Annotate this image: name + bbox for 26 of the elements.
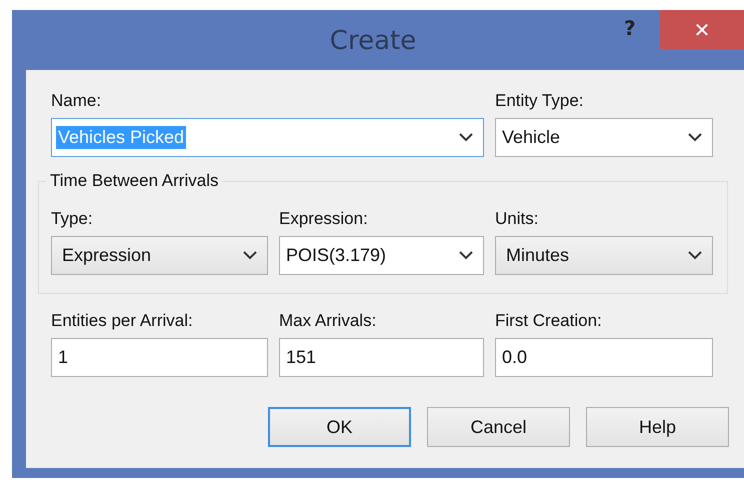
- window-title: Create: [330, 26, 416, 56]
- field-label: First Creation:: [495, 310, 603, 332]
- combo-box[interactable]: POIS(3.179): [279, 236, 484, 275]
- input-field[interactable]: 0.0: [495, 338, 713, 377]
- dropdown[interactable]: Minutes: [495, 236, 713, 275]
- close-button[interactable]: ✕: [660, 10, 744, 49]
- dialog-button[interactable]: OK: [268, 407, 411, 447]
- field-label: Entity Type:: [495, 90, 585, 112]
- field-label: Entities per Arrival:: [51, 310, 194, 332]
- input-field[interactable]: 151: [279, 338, 484, 377]
- combo-box[interactable]: Vehicle: [495, 118, 713, 157]
- dialog-button[interactable]: Cancel: [427, 407, 570, 447]
- dropdown[interactable]: Expression: [51, 236, 268, 275]
- chevron-down-icon: [459, 251, 473, 260]
- chevron-down-icon: [243, 251, 257, 260]
- field-label: Units:: [495, 208, 540, 230]
- field-label: Type:: [51, 208, 94, 230]
- chevron-down-icon: [688, 133, 702, 142]
- dialog-button[interactable]: Help: [586, 407, 729, 447]
- input-field[interactable]: 1: [51, 338, 268, 377]
- help-button[interactable]: ?: [616, 16, 644, 40]
- chevron-down-icon: [688, 251, 702, 260]
- field-label: Expression:: [279, 208, 369, 230]
- chevron-down-icon: [459, 133, 473, 142]
- field-label: Name:: [51, 90, 102, 112]
- field-label: Max Arrivals:: [279, 310, 378, 332]
